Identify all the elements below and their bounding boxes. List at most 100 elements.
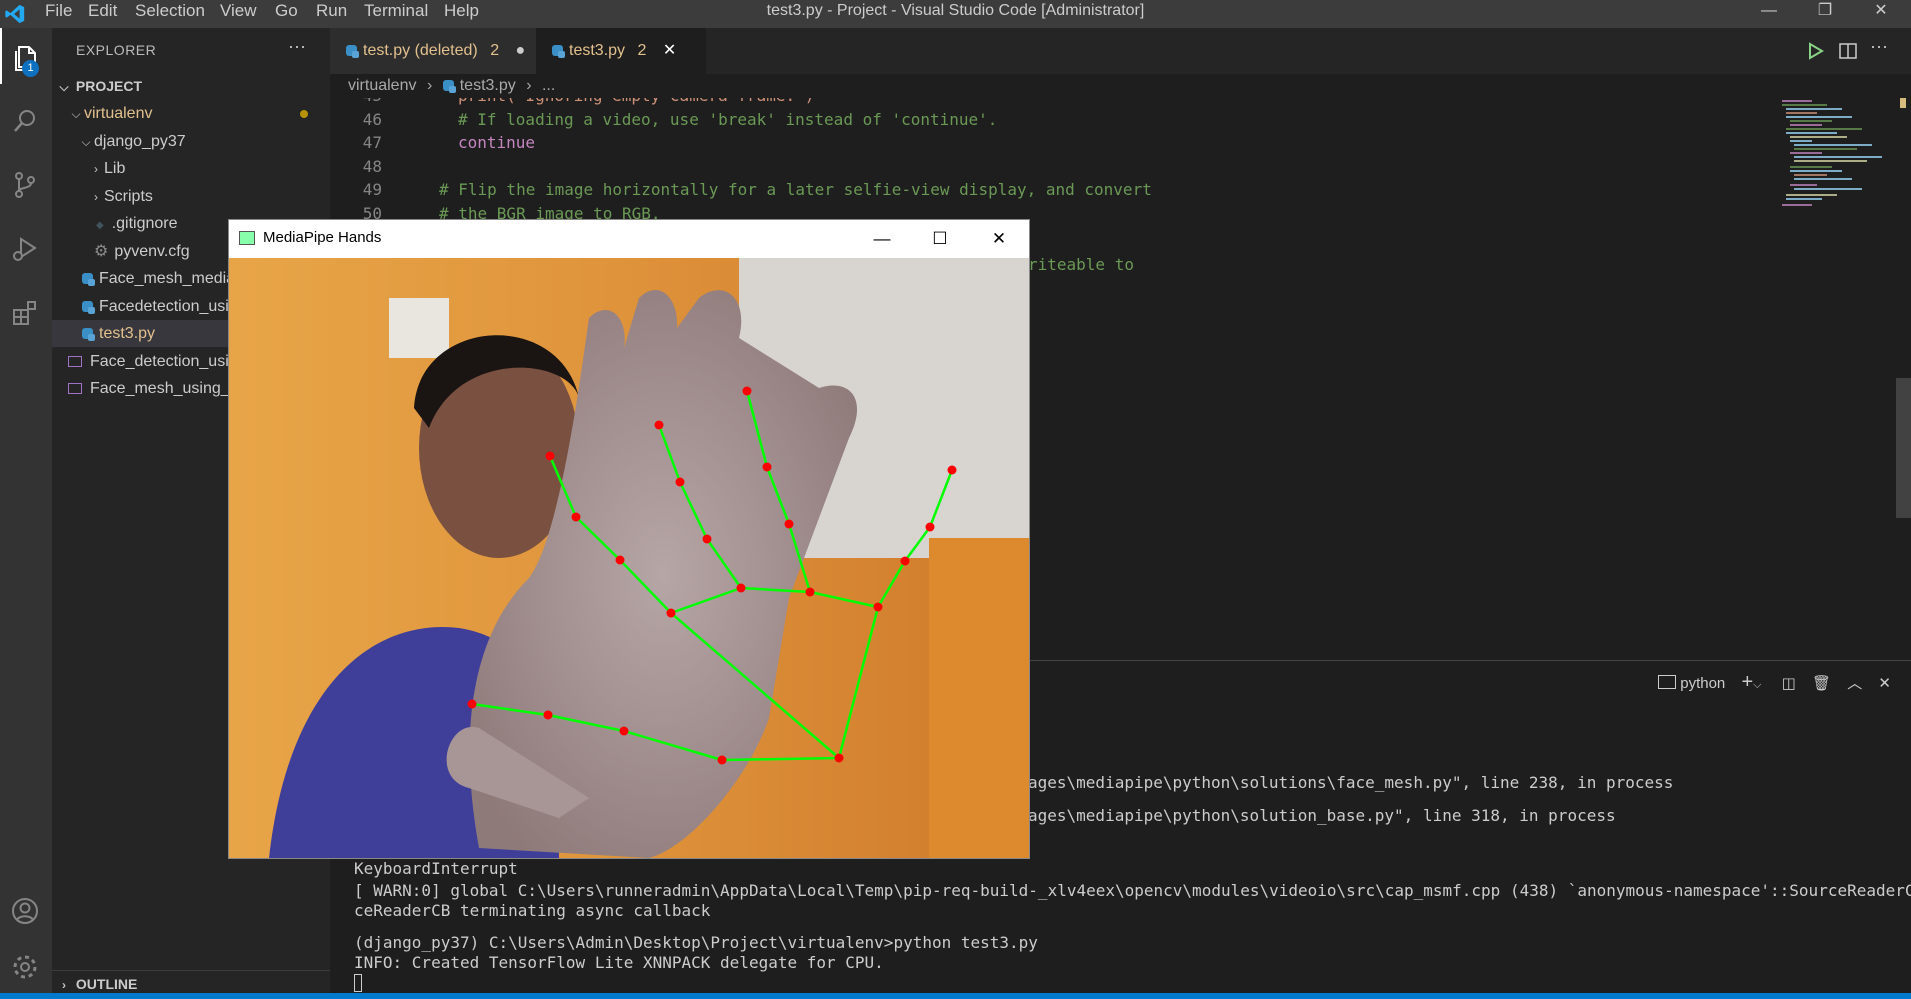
split-editor-icon[interactable] bbox=[1838, 41, 1858, 61]
search-icon[interactable] bbox=[0, 92, 52, 148]
chevron-right-icon: › bbox=[94, 189, 98, 204]
door bbox=[929, 538, 1029, 858]
editor-tab-bar: test.py (deleted) 2 ● test3.py 2 ✕ ··· bbox=[330, 28, 1911, 74]
kill-terminal-icon[interactable]: 🗑 bbox=[1812, 675, 1831, 692]
editor-more-icon[interactable]: ··· bbox=[1870, 36, 1888, 57]
terminal-line: KeyboardInterrupt bbox=[354, 859, 518, 878]
tree-item-folder[interactable]: › Lib bbox=[52, 155, 330, 182]
project-header-label: PROJECT bbox=[75, 78, 143, 94]
terminal-icon bbox=[1658, 675, 1677, 689]
tab-label: test3.py bbox=[569, 42, 626, 59]
sidebar-title: EXPLORER bbox=[76, 42, 157, 58]
account-icon[interactable] bbox=[0, 882, 52, 938]
hand-landmark bbox=[834, 753, 844, 763]
tree-item-label: django_py37 bbox=[94, 132, 186, 150]
window-close-button[interactable]: ✕ bbox=[1852, 0, 1910, 28]
settings-gear-icon[interactable] bbox=[0, 938, 52, 994]
tab-test-deleted[interactable]: test.py (deleted) 2 ● bbox=[330, 28, 536, 74]
terminal-line: INFO: Created TensorFlow Lite XNNPACK de… bbox=[354, 953, 884, 972]
code-line: # If loading a video, use 'break' instea… bbox=[458, 109, 998, 129]
tree-item-label: Lib bbox=[104, 160, 126, 177]
tree-item-label: pyvenv.cfg bbox=[114, 242, 190, 260]
terminal-line: ceReaderCB terminating async callback bbox=[354, 901, 711, 920]
python-file-icon bbox=[82, 328, 95, 341]
unsaved-dot-icon[interactable]: ● bbox=[516, 42, 526, 59]
wall-switchboard bbox=[389, 298, 449, 358]
breadcrumb-folder[interactable]: virtualenv bbox=[348, 77, 416, 94]
line-number: 45 bbox=[330, 98, 382, 105]
python-file-icon bbox=[82, 273, 95, 286]
title-bar: File Edit Selection View Go Run Terminal… bbox=[0, 0, 1911, 28]
new-terminal-icon[interactable]: + bbox=[1741, 671, 1753, 693]
close-icon[interactable]: ✕ bbox=[663, 42, 676, 59]
hand-landmark bbox=[900, 556, 910, 566]
git-file-icon: ◆ bbox=[96, 220, 104, 231]
tab-problem-count: 2 bbox=[490, 42, 500, 59]
image-file-icon bbox=[68, 355, 82, 367]
chevron-right-icon: › bbox=[94, 162, 98, 176]
more-actions-icon[interactable]: ··· bbox=[288, 36, 306, 57]
hand-landmark bbox=[947, 465, 957, 475]
mediapipe-window-title: MediaPipe Hands bbox=[263, 229, 382, 246]
status-bar bbox=[0, 993, 1911, 999]
explorer-icon[interactable]: 1 bbox=[0, 28, 52, 84]
editor-scrollbar[interactable] bbox=[1896, 98, 1911, 658]
breadcrumb-file[interactable]: test3.py bbox=[460, 77, 516, 94]
tree-item-folder[interactable]: › Scripts bbox=[52, 183, 330, 210]
mediapipe-titlebar[interactable]: MediaPipe Hands — ☐ ✕ bbox=[229, 220, 1029, 258]
tree-item-label: .gitignore bbox=[111, 215, 178, 232]
tab-test3[interactable]: test3.py 2 ✕ bbox=[536, 28, 706, 74]
close-panel-icon[interactable]: ✕ bbox=[1878, 675, 1891, 692]
line-number: 47 bbox=[362, 133, 382, 152]
python-file-icon bbox=[552, 45, 565, 58]
tab-problem-count: 2 bbox=[637, 42, 647, 59]
hand-landmark bbox=[784, 519, 794, 529]
window-minimize-button[interactable]: — bbox=[1740, 0, 1798, 28]
code-line: print("Ignoring empty camera frame.") bbox=[458, 98, 814, 105]
code-fragment: riteable to bbox=[1028, 255, 1134, 274]
hand-landmark bbox=[615, 555, 625, 565]
mediapipe-hands-window[interactable]: MediaPipe Hands — ☐ ✕ bbox=[229, 220, 1029, 858]
chevron-down-icon: ⌵ bbox=[71, 107, 81, 121]
scrollbar-thumb[interactable] bbox=[1896, 378, 1911, 518]
camera-frame bbox=[229, 258, 1029, 858]
hand-landmark bbox=[654, 420, 664, 430]
explorer-badge: 1 bbox=[22, 60, 39, 77]
line-number: 48 bbox=[362, 156, 382, 176]
breadcrumb-symbol[interactable]: ... bbox=[542, 77, 555, 94]
outline-header-label: OUTLINE bbox=[75, 976, 138, 992]
chevron-right-icon: › bbox=[426, 77, 433, 94]
minimap[interactable] bbox=[1782, 98, 1892, 238]
extensions-icon[interactable] bbox=[0, 284, 52, 340]
tree-item-folder-open[interactable]: ⌵ virtualenv bbox=[52, 100, 330, 127]
tree-item-label: test3.py bbox=[99, 325, 156, 342]
python-file-icon bbox=[442, 80, 456, 93]
modified-dot-icon bbox=[300, 110, 308, 118]
project-header[interactable]: ⌵ PROJECT bbox=[52, 73, 330, 100]
source-control-icon[interactable] bbox=[0, 156, 52, 212]
maximize-panel-icon[interactable]: ︿ bbox=[1847, 675, 1862, 692]
run-debug-icon[interactable] bbox=[0, 220, 52, 276]
run-file-icon[interactable] bbox=[1806, 42, 1824, 60]
breadcrumb: virtualenv › test3.py › ... bbox=[330, 74, 1911, 98]
terminal-cursor bbox=[354, 974, 362, 992]
terminal-line: [ WARN:0] global C:\Users\runneradmin\Ap… bbox=[354, 881, 1911, 900]
split-terminal-icon[interactable]: ◫ bbox=[1782, 675, 1796, 692]
window-title: test3.py - Project - Visual Studio Code … bbox=[766, 2, 1145, 19]
hand-landmark bbox=[545, 451, 555, 461]
tree-item-folder-open[interactable]: ⌵ django_py37 bbox=[52, 128, 330, 155]
terminal-line: ages\mediapipe\python\solutions\face_mes… bbox=[1028, 773, 1674, 792]
image-file-icon bbox=[68, 383, 82, 394]
line-number: 46 bbox=[362, 109, 382, 129]
mediapipe-minimize-button[interactable]: — bbox=[854, 220, 910, 258]
hand-landmark bbox=[666, 608, 676, 618]
terminal-select[interactable]: python bbox=[1680, 675, 1725, 692]
mediapipe-maximize-button[interactable]: ☐ bbox=[912, 220, 968, 258]
window-restore-button[interactable]: ❐ bbox=[1796, 0, 1854, 28]
tab-label: test.py (deleted) bbox=[363, 42, 478, 59]
mediapipe-close-button[interactable]: ✕ bbox=[971, 220, 1027, 258]
python-file-icon bbox=[82, 300, 95, 314]
hand-landmark bbox=[736, 583, 746, 593]
chevron-right-icon: › bbox=[526, 77, 532, 94]
chevron-down-icon[interactable]: ⌵ bbox=[1753, 679, 1761, 691]
